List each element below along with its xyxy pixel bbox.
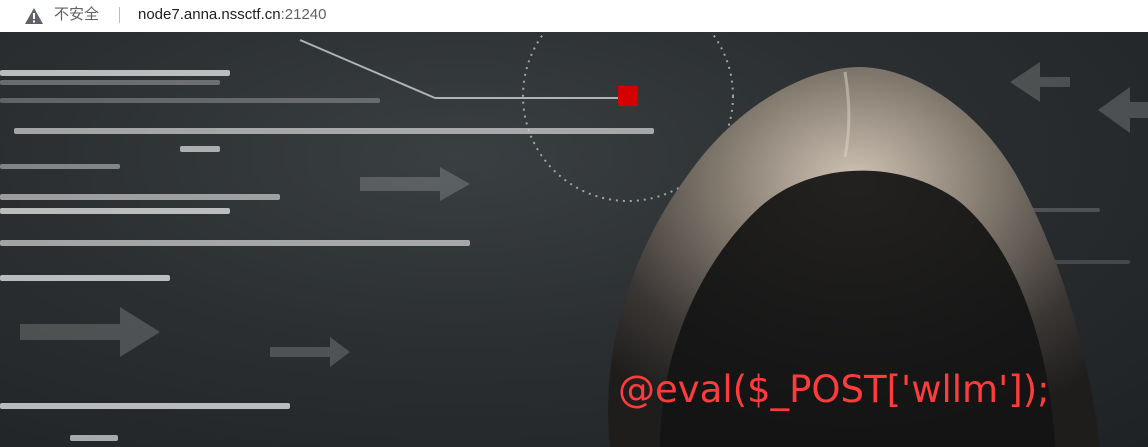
red-square xyxy=(618,86,638,106)
url-port: :21240 xyxy=(280,6,327,23)
address-divider xyxy=(119,7,120,23)
security-status-label[interactable]: 不安全 xyxy=(54,6,99,24)
address-bar[interactable]: 不安全 node7.anna.nssctf.cn:21240 xyxy=(0,0,1148,32)
hacker-background-image: @eval($_POST['wllm']); xyxy=(0,32,1148,447)
warning-triangle-icon[interactable] xyxy=(24,7,44,25)
url-host: node7.anna.nssctf.cn xyxy=(138,6,281,23)
eval-payload-text: @eval($_POST['wllm']); xyxy=(618,368,1050,411)
url-text[interactable]: node7.anna.nssctf.cn:21240 xyxy=(138,6,327,24)
